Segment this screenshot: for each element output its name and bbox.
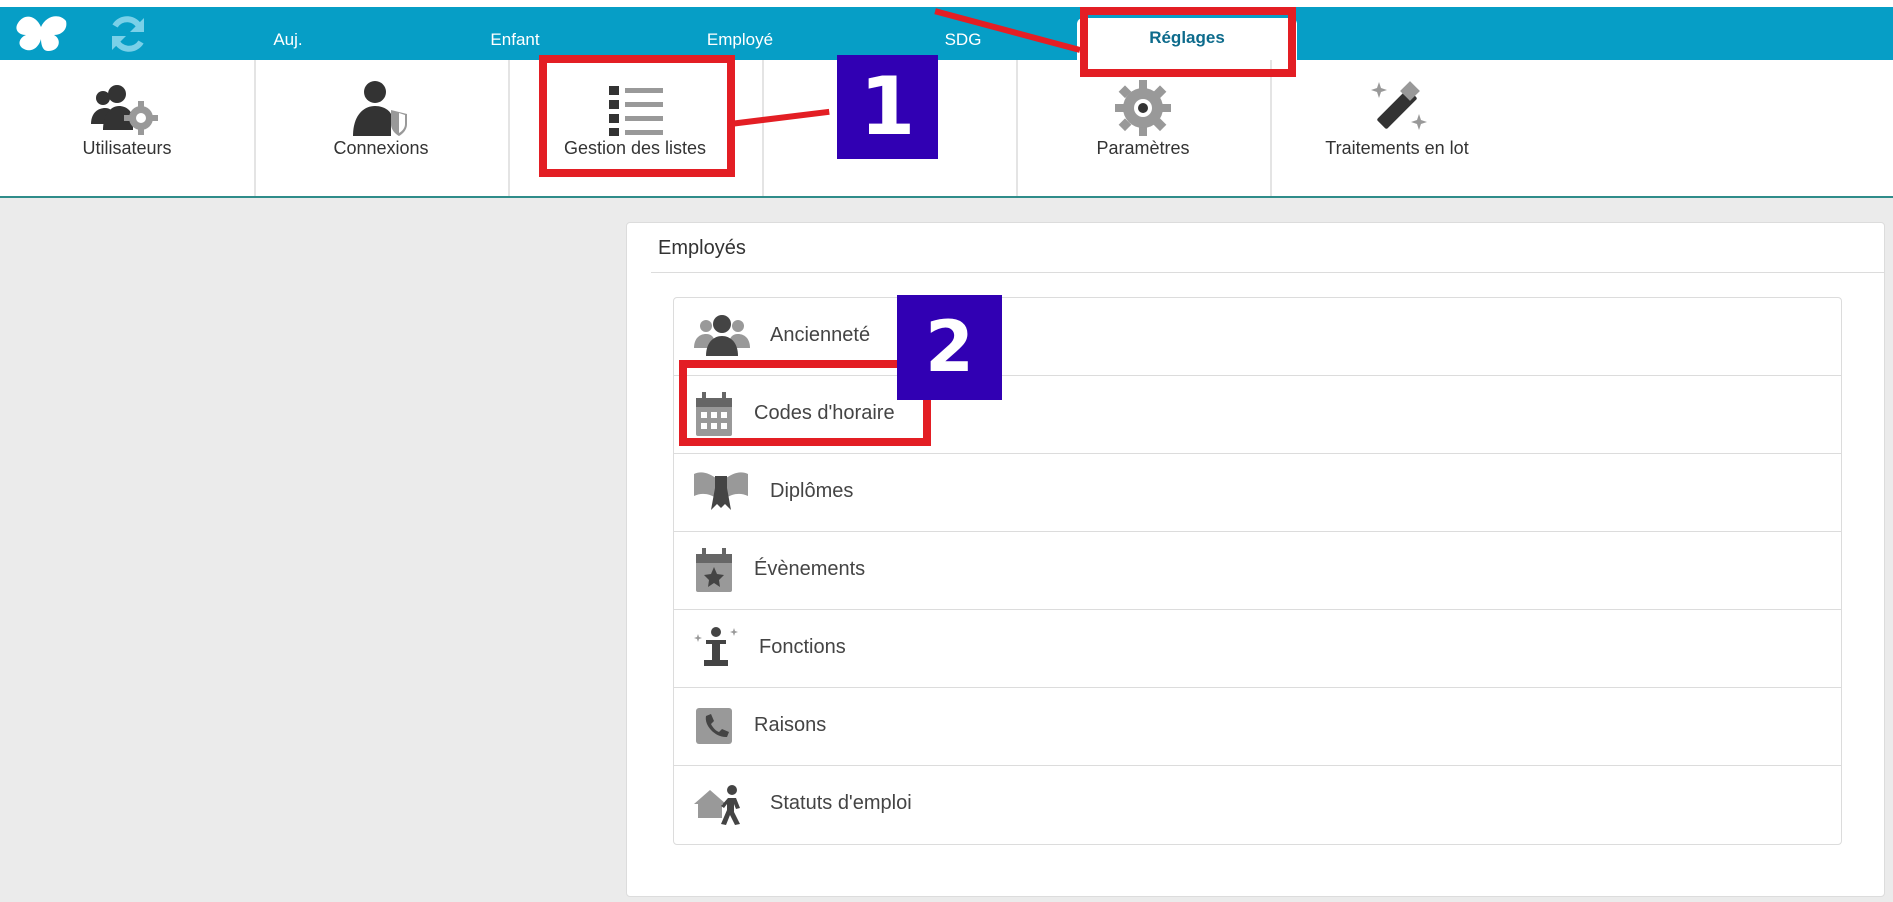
annotation-badge-1: 1 (837, 55, 938, 159)
tool-connexions[interactable]: Connexions (254, 60, 510, 196)
magic-wand-icon (1371, 81, 1427, 130)
phone-icon (696, 708, 732, 744)
user-shield-icon (353, 81, 407, 136)
list-item-label: Raisons (754, 714, 827, 736)
list-item-label: Ancienneté (770, 324, 871, 346)
calendar-star-icon (696, 548, 732, 592)
list-item-diplomes[interactable]: Diplômes (674, 454, 1841, 532)
list-item-label: Statuts d'emploi (770, 792, 912, 814)
tool-label: Connexions (333, 138, 429, 158)
annotation-highlight-gestion-des-listes (539, 55, 735, 177)
diploma-icon (694, 472, 748, 510)
list-item-fonctions[interactable]: Fonctions (674, 610, 1841, 688)
top-strip (0, 0, 1893, 7)
house-walking-icon (694, 785, 740, 825)
tool-label: Utilisateurs (82, 138, 172, 158)
tool-traitements-en-lot[interactable]: Traitements en lot (1270, 60, 1524, 196)
list-item-evenements[interactable]: Évènements (674, 532, 1841, 610)
list-item-raisons[interactable]: Raisons (674, 688, 1841, 766)
annotation-highlight-reglages (1080, 7, 1296, 77)
employes-panel: Employés Ancienneté Codes d'horaire Dipl… (626, 222, 1885, 897)
tool-label: Paramètres (1096, 138, 1190, 158)
users-gear-icon (91, 85, 158, 135)
tool-parametres[interactable]: Paramètres (1016, 60, 1272, 196)
person-podium-icon (694, 627, 738, 666)
list-item-label: Fonctions (759, 636, 846, 658)
butterfly-logo-icon[interactable] (14, 13, 68, 55)
group-icon (694, 315, 750, 356)
settings-toolbar: Utilisateurs Connexions Gestion des list… (0, 60, 1893, 198)
tool-utilisateurs[interactable]: Utilisateurs (0, 60, 256, 196)
list-item-label: Évènements (754, 558, 866, 580)
panel-title: Employés (658, 237, 746, 259)
tool-label: Traitements en lot (1325, 138, 1469, 158)
refresh-icon[interactable] (108, 14, 148, 54)
gear-icon (1115, 80, 1171, 136)
tab-employe[interactable]: Employé (690, 7, 790, 60)
tab-enfant[interactable]: Enfant (470, 7, 560, 60)
list-item-statuts-emploi[interactable]: Statuts d'emploi (674, 766, 1841, 843)
annotation-highlight-codes-horaire (679, 360, 931, 446)
list-item-label: Diplômes (770, 480, 854, 502)
tab-auj[interactable]: Auj. (248, 7, 328, 60)
annotation-badge-2: 2 (897, 295, 1002, 400)
divider (651, 272, 1884, 273)
